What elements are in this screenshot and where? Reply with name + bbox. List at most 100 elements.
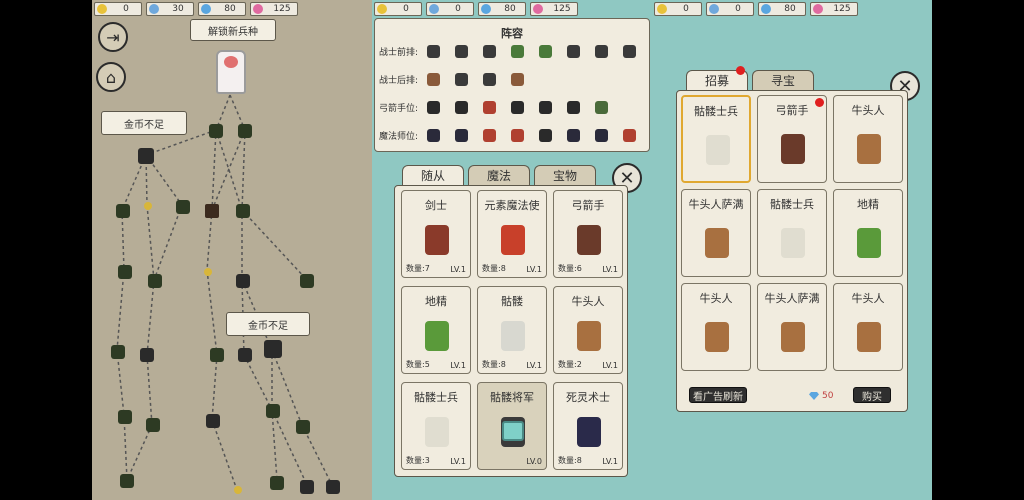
map-node-rogue[interactable] — [300, 480, 314, 494]
unit-slot[interactable] — [455, 129, 468, 142]
unit-card[interactable]: 骷髅将军 LV.0 — [477, 382, 547, 470]
map-node-goblin[interactable] — [238, 124, 252, 138]
recruit-card[interactable]: 骷髅士兵 — [681, 95, 751, 183]
recruit-sprite — [857, 228, 881, 258]
unit-card[interactable]: 骷髅士兵 数量:3 LV.1 — [401, 382, 471, 470]
tab-1[interactable]: 魔法 — [468, 165, 530, 185]
unit-slot[interactable] — [567, 101, 580, 114]
unit-card[interactable]: 元素魔法使 数量:8 LV.1 — [477, 190, 547, 278]
unit-slot[interactable] — [455, 73, 468, 86]
insufficient-gold-tooltip-2: 金币不足 — [226, 312, 310, 336]
unit-slot[interactable] — [427, 101, 440, 114]
map-node-rogue[interactable] — [140, 348, 154, 362]
unit-level: LV.1 — [526, 361, 542, 370]
buy-button[interactable]: 购买 — [853, 387, 891, 403]
unit-slot[interactable] — [595, 129, 608, 142]
map-node-tower[interactable] — [138, 148, 154, 164]
lineup-row: 战士后排: — [379, 73, 524, 86]
shop-tab-1[interactable]: 寻宝 — [752, 70, 814, 90]
recruit-card[interactable]: 牛头人 — [833, 283, 903, 371]
unit-name: 骷髅士兵 — [414, 391, 458, 404]
map-node-goblin[interactable] — [236, 204, 250, 218]
unit-card[interactable]: 剑士 数量:7 LV.1 — [401, 190, 471, 278]
recruit-card[interactable]: 牛头人萨满 — [757, 283, 827, 371]
unit-slot[interactable] — [511, 101, 524, 114]
unlock-unit-tooltip: 解锁新兵种 — [190, 19, 276, 41]
map-node-goblin[interactable] — [296, 420, 310, 434]
map-node-goblin[interactable] — [118, 410, 132, 424]
hero-avatar[interactable] — [216, 50, 246, 94]
map-node-coin[interactable] — [144, 202, 152, 210]
map-node-goblin[interactable] — [176, 200, 190, 214]
map-node-rogue[interactable] — [206, 414, 220, 428]
unit-slot[interactable] — [455, 45, 468, 58]
map-node-goblin[interactable] — [146, 418, 160, 432]
unit-slot[interactable] — [595, 101, 608, 114]
unit-slot[interactable] — [567, 45, 580, 58]
map-panel: 0 30 80 125 ⇥ ⌂ 解锁新兵种 金币不足 金币不足 — [92, 0, 372, 500]
unit-card[interactable]: 弓箭手 数量:6 LV.1 — [553, 190, 623, 278]
map-node-shop[interactable] — [264, 340, 282, 358]
unit-level: LV.1 — [602, 265, 618, 274]
map-node-goblin[interactable] — [209, 124, 223, 138]
recruit-card[interactable]: 骷髅士兵 — [757, 189, 827, 277]
unit-slot[interactable] — [539, 129, 552, 142]
unit-slot[interactable] — [427, 129, 440, 142]
map-node-goblin[interactable] — [118, 265, 132, 279]
map-node-rogue[interactable] — [238, 348, 252, 362]
ticket-icon — [813, 4, 823, 14]
unit-card[interactable]: 死灵术士 数量:8 LV.1 — [553, 382, 623, 470]
map-node-goblin[interactable] — [210, 348, 224, 362]
recruit-card[interactable]: 弓箭手 — [757, 95, 827, 183]
tab-2[interactable]: 宝物 — [534, 165, 596, 185]
unit-slot[interactable] — [567, 129, 580, 142]
unit-slot[interactable] — [483, 45, 496, 58]
unit-slot[interactable] — [623, 45, 636, 58]
home-button[interactable]: ⌂ — [96, 62, 126, 92]
unit-slot[interactable] — [511, 129, 524, 142]
recruit-sprite — [781, 228, 805, 258]
unit-card[interactable]: 地精 数量:5 LV.1 — [401, 286, 471, 374]
unit-slot[interactable] — [427, 45, 440, 58]
unit-slot[interactable] — [483, 129, 496, 142]
ad-refresh-button[interactable]: 看广告刷新 — [689, 387, 747, 403]
unit-slot[interactable] — [511, 45, 524, 58]
lineup-row-label: 战士前排: — [379, 48, 419, 58]
recruit-card[interactable]: 牛头人 — [681, 283, 751, 371]
unit-slot[interactable] — [483, 101, 496, 114]
map-node-goblin[interactable] — [116, 204, 130, 218]
unit-slot[interactable] — [427, 73, 440, 86]
unit-card[interactable]: 牛头人 数量:2 LV.1 — [553, 286, 623, 374]
map-node-coin[interactable] — [234, 486, 242, 494]
unit-slot[interactable] — [595, 45, 608, 58]
unit-level: LV.0 — [526, 457, 542, 466]
unit-slot[interactable] — [511, 73, 524, 86]
map-node-goblin[interactable] — [300, 274, 314, 288]
map-node-rogue[interactable] — [236, 274, 250, 288]
lineup-slots — [427, 129, 636, 142]
map-node-goblin[interactable] — [120, 474, 134, 488]
recruit-card[interactable]: 牛头人萨满 — [681, 189, 751, 277]
recruit-card[interactable]: 地精 — [833, 189, 903, 277]
map-node-coin[interactable] — [204, 268, 212, 276]
map-node-rogue[interactable] — [326, 480, 340, 494]
recruit-card[interactable]: 牛头人 — [833, 95, 903, 183]
lineup-slots — [427, 73, 524, 86]
unit-slot[interactable] — [539, 45, 552, 58]
map-node-goblin[interactable] — [270, 476, 284, 490]
tab-0[interactable]: 随从 — [402, 165, 464, 185]
insufficient-gold-tooltip: 金币不足 — [101, 111, 187, 135]
map-node-goblin[interactable] — [111, 345, 125, 359]
unit-slot[interactable] — [539, 101, 552, 114]
coin-icon — [657, 4, 667, 14]
unit-card[interactable]: 骷髅 数量:8 LV.1 — [477, 286, 547, 374]
recruit-sprite — [706, 135, 730, 165]
map-node-goblin[interactable] — [266, 404, 280, 418]
unit-slot[interactable] — [623, 129, 636, 142]
exit-button[interactable]: ⇥ — [98, 22, 128, 52]
map-node-goblin[interactable] — [148, 274, 162, 288]
unit-slot[interactable] — [483, 73, 496, 86]
unit-slot[interactable] — [455, 101, 468, 114]
resource-value: 0 — [683, 4, 689, 14]
map-node-chest[interactable] — [205, 204, 219, 218]
